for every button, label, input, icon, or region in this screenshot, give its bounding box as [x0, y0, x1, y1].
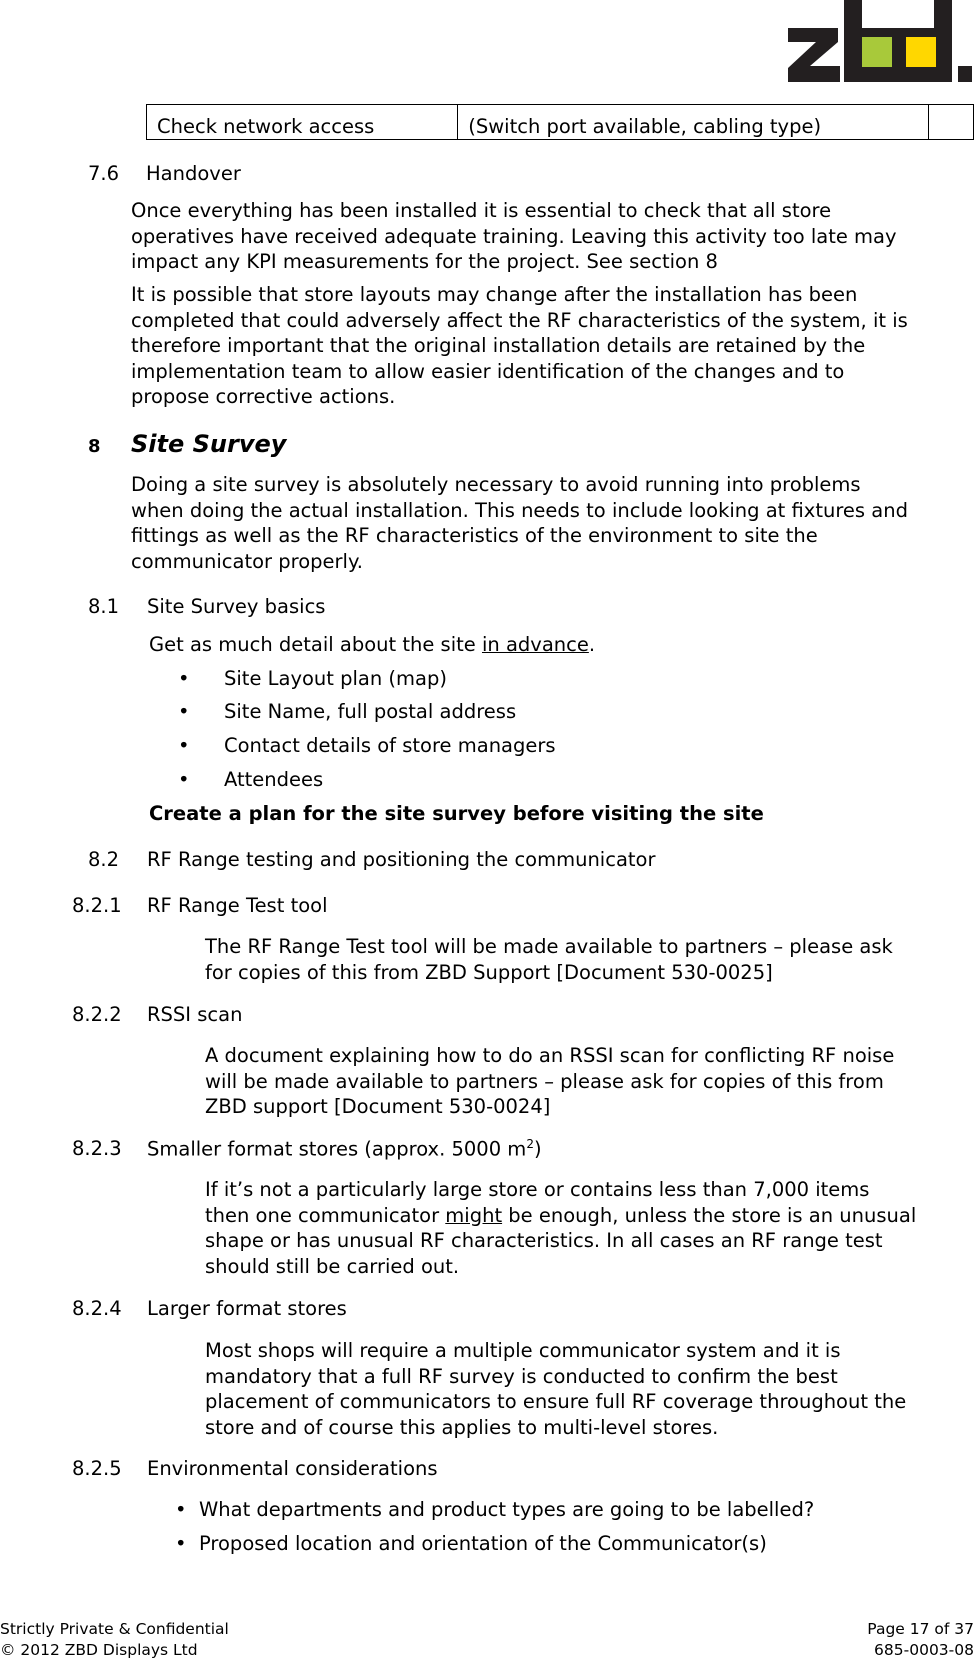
site-survey-paragraph: Doing a site survey is absolutely necess…	[131, 472, 908, 574]
text-line: should still be carried out.	[205, 1254, 460, 1278]
section-number: 8.2.4	[72, 1297, 122, 1320]
text-span: then one communicator	[205, 1203, 446, 1227]
text-line: propose corrective actions.	[131, 385, 396, 408]
zbd-logo	[788, 0, 972, 82]
plan-note: Create a plan for the site survey before…	[149, 802, 764, 825]
text-line: implementation team to allow easier iden…	[131, 359, 845, 383]
table-row: Check network access (Switch port availa…	[145, 104, 974, 140]
rssi-scan-paragraph: A document explaining how to do an RSSI …	[205, 1043, 894, 1120]
section-number: 8.2.3	[72, 1137, 122, 1160]
section-title: Smaller format stores (approx. 5000 m2)	[147, 1137, 542, 1161]
section-title: RSSI scan	[147, 1003, 243, 1026]
section-number: 8.2.1	[72, 894, 122, 917]
section-number: 8.2.5	[72, 1457, 122, 1480]
handover-paragraph-1: Once everything has been installed it is…	[131, 198, 897, 275]
text-line: If it’s not a particularly large store o…	[205, 1178, 870, 1201]
site-basics-intro: Get as much detail about the site in adv…	[149, 632, 595, 658]
logo-letter-d-stem	[934, 0, 952, 82]
text-line: therefore important that the original in…	[131, 334, 866, 357]
list-item-text: Site Layout plan (map)	[224, 667, 447, 690]
text-line: Most shops will require a multiple commu…	[205, 1339, 841, 1362]
text-line: placement of communicators to ensure ful…	[205, 1390, 907, 1413]
bullet-icon: •	[178, 667, 190, 690]
list-item-text: Proposed location and orientation of the…	[199, 1532, 767, 1555]
section-number: 8.2	[88, 848, 120, 871]
text-span: be enough, unless the store is an unusua…	[502, 1203, 917, 1227]
logo-yellow-square	[906, 37, 936, 67]
intro-text: Get as much detail about the site	[149, 633, 482, 656]
larger-stores-paragraph: Most shops will require a multiple commu…	[205, 1338, 906, 1440]
section-8-title: Site Survey	[131, 430, 287, 458]
text-line: Doing a site survey is absolutely necess…	[131, 473, 861, 496]
bullet-icon: •	[175, 1498, 187, 1521]
section-title: Environmental considerations	[147, 1457, 438, 1480]
list-item-text: What departments and product types are g…	[199, 1498, 815, 1521]
section-number: 8.2.2	[72, 1003, 122, 1026]
list-item-text: Contact details of store managers	[224, 734, 556, 757]
text-line: when doing the actual installation. This…	[131, 498, 908, 522]
section-number: 8.1	[88, 595, 120, 618]
text-line: Once everything has been installed it is…	[131, 199, 832, 222]
text-line: then one communicator might be enough, u…	[205, 1203, 916, 1229]
intro-emphasis: in advance	[481, 633, 589, 656]
logo-period	[958, 66, 972, 82]
section-8-number: 8	[88, 436, 101, 457]
table-cell-detail: (Switch port available, cabling type)	[457, 104, 930, 140]
section-title: RF Range Test tool	[147, 894, 328, 917]
text-line: It is possible that store layouts may ch…	[131, 283, 858, 306]
bullet-icon: •	[178, 734, 190, 757]
bullet-icon: •	[178, 700, 190, 723]
text-line: ZBD support [Document 530-0024]	[205, 1095, 551, 1118]
bullet-icon: •	[175, 1532, 187, 1555]
text-line: store and of course this applies to mult…	[205, 1415, 719, 1439]
text-line: mandatory that a full RF survey is condu…	[205, 1364, 838, 1388]
title-text: Smaller format stores (approx. 5000 m	[147, 1137, 527, 1161]
footer-copyright: © 2012 ZBD Displays Ltd	[0, 1641, 198, 1659]
intro-punct: .	[588, 633, 596, 656]
list-item-text: Site Name, full postal address	[224, 700, 517, 723]
text-line: shape or has unusual RF characteristics.…	[205, 1229, 883, 1252]
text-line: will be made available to partners – ple…	[205, 1069, 884, 1093]
list-item-text: Attendees	[224, 768, 324, 791]
handover-paragraph-2: It is possible that store layouts may ch…	[131, 282, 908, 410]
section-title: Handover	[146, 162, 241, 185]
text-line: fittings as well as the RF characteristi…	[131, 524, 818, 547]
section-number: 7.6	[88, 162, 120, 185]
text-line: for copies of this from ZBD Support [Doc…	[205, 960, 773, 984]
table-cell-task: Check network access	[145, 104, 459, 140]
text-line: operatives have received adequate traini…	[131, 224, 897, 248]
title-text: )	[533, 1137, 542, 1161]
bullet-icon: •	[178, 768, 190, 791]
logo-green-square	[862, 37, 892, 67]
text-line: The RF Range Test tool will be made avai…	[205, 935, 893, 958]
checklist-table: Check network access (Switch port availa…	[145, 104, 974, 140]
text-line: communicator properly.	[131, 549, 363, 573]
table-cell-check	[928, 104, 974, 140]
section-title: Site Survey basics	[147, 595, 326, 618]
footer-confidential: Strictly Private & Confidential	[0, 1620, 229, 1638]
footer-document-id: 685-0003-08	[874, 1641, 974, 1659]
smaller-stores-paragraph: If it’s not a particularly large store o…	[205, 1177, 916, 1279]
logo-letter-z	[788, 28, 840, 82]
text-line: completed that could adversely affect th…	[131, 308, 908, 332]
section-title: RF Range testing and positioning the com…	[147, 848, 656, 871]
emphasis: might	[445, 1203, 503, 1227]
rf-range-tool-paragraph: The RF Range Test tool will be made avai…	[205, 934, 893, 985]
text-line: A document explaining how to do an RSSI …	[205, 1044, 895, 1067]
superscript: 2	[526, 1137, 534, 1151]
footer-page-number: Page 17 of 37	[867, 1620, 974, 1638]
text-line: impact any KPI measurements for the proj…	[131, 250, 718, 273]
section-title: Larger format stores	[147, 1297, 347, 1320]
